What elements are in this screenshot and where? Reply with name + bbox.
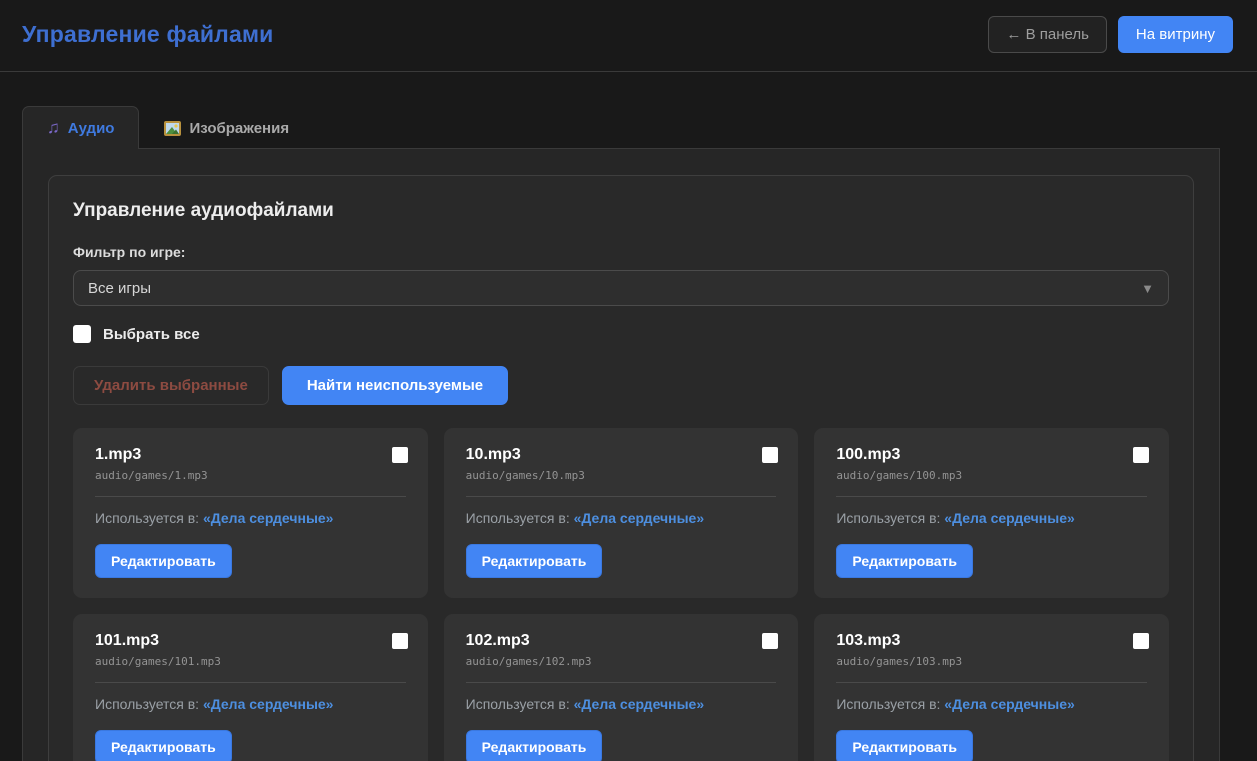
audio-cards-grid: 1.mp3 audio/games/1.mp3 Используется в: … — [73, 428, 1169, 761]
game-filter-selected-value: Все игры — [88, 280, 151, 297]
card-edit-button[interactable]: Редактировать — [836, 544, 973, 578]
audio-file-card: 101.mp3 audio/games/101.mp3 Используется… — [73, 614, 428, 761]
select-all-label[interactable]: Выбрать все — [103, 326, 200, 343]
tab-bar: ♫ Аудио Изображения — [22, 105, 1235, 148]
audio-file-card: 100.mp3 audio/games/100.mp3 Используется… — [814, 428, 1169, 598]
card-usage-game-link[interactable]: «Дела сердечные» — [574, 510, 705, 526]
card-file-path: audio/games/10.mp3 — [466, 469, 777, 482]
delete-selected-button[interactable]: Удалить выбранные — [73, 366, 269, 405]
bulk-actions-row: Удалить выбранные Найти неиспользуемые — [73, 366, 1169, 405]
card-usage-game-link[interactable]: «Дела сердечные» — [574, 696, 705, 712]
card-file-name: 102.mp3 — [466, 632, 777, 650]
card-file-name: 1.mp3 — [95, 446, 406, 464]
card-edit-button[interactable]: Редактировать — [836, 730, 973, 761]
card-usage-label: Используется в: — [466, 696, 570, 712]
card-file-name: 101.mp3 — [95, 632, 406, 650]
card-file-path: audio/games/101.mp3 — [95, 655, 406, 668]
card-checkbox[interactable] — [1133, 633, 1149, 649]
card-checkbox[interactable] — [392, 633, 408, 649]
card-divider — [95, 682, 406, 683]
card-file-path: audio/games/102.mp3 — [466, 655, 777, 668]
card-divider — [836, 496, 1147, 497]
find-unused-button[interactable]: Найти неиспользуемые — [282, 366, 508, 405]
chevron-down-icon: ▼ — [1141, 281, 1154, 296]
card-usage-game-link[interactable]: «Дела сердечные» — [203, 510, 334, 526]
card-edit-button[interactable]: Редактировать — [95, 730, 232, 761]
header-actions: ← В панель На витрину — [988, 16, 1233, 53]
audio-file-card: 10.mp3 audio/games/10.mp3 Используется в… — [444, 428, 799, 598]
card-usage: Используется в: «Дела сердечные» — [95, 510, 406, 526]
card-usage-label: Используется в: — [95, 510, 199, 526]
page-title: Управление файлами — [22, 21, 274, 48]
tab-images-label: Изображения — [189, 120, 289, 137]
card-edit-button[interactable]: Редактировать — [466, 544, 603, 578]
card-usage-label: Используется в: — [836, 696, 940, 712]
audio-file-card: 102.mp3 audio/games/102.mp3 Используется… — [444, 614, 799, 761]
audio-files-panel: Управление аудиофайлами Фильтр по игре: … — [48, 175, 1194, 761]
card-divider — [95, 496, 406, 497]
card-divider — [466, 682, 777, 683]
card-usage-game-link[interactable]: «Дела сердечные» — [944, 510, 1075, 526]
framed-picture-icon — [164, 121, 181, 136]
card-usage-label: Используется в: — [95, 696, 199, 712]
back-to-panel-button[interactable]: ← В панель — [988, 16, 1107, 53]
select-all-row: Выбрать все — [73, 325, 1169, 343]
card-usage: Используется в: «Дела сердечные» — [466, 696, 777, 712]
card-divider — [836, 682, 1147, 683]
card-file-name: 10.mp3 — [466, 446, 777, 464]
tab-content-audio: Управление аудиофайлами Фильтр по игре: … — [22, 148, 1220, 761]
card-file-path: audio/games/100.mp3 — [836, 469, 1147, 482]
audio-file-card: 1.mp3 audio/games/1.mp3 Используется в: … — [73, 428, 428, 598]
card-usage-game-link[interactable]: «Дела сердечные» — [203, 696, 334, 712]
card-file-name: 100.mp3 — [836, 446, 1147, 464]
page-header: Управление файлами ← В панель На витрину — [0, 0, 1257, 72]
to-storefront-button[interactable]: На витрину — [1118, 16, 1233, 53]
card-usage-label: Используется в: — [466, 510, 570, 526]
card-usage-label: Используется в: — [836, 510, 940, 526]
card-checkbox[interactable] — [392, 447, 408, 463]
tab-audio[interactable]: ♫ Аудио — [22, 106, 139, 149]
game-filter-select[interactable]: Все игры ▼ — [73, 270, 1169, 306]
card-edit-button[interactable]: Редактировать — [466, 730, 603, 761]
panel-title: Управление аудиофайлами — [73, 200, 1169, 222]
card-file-path: audio/games/1.mp3 — [95, 469, 406, 482]
card-checkbox[interactable] — [762, 633, 778, 649]
card-usage: Используется в: «Дела сердечные» — [466, 510, 777, 526]
select-all-checkbox[interactable] — [73, 325, 91, 343]
card-file-path: audio/games/103.mp3 — [836, 655, 1147, 668]
card-checkbox[interactable] — [1133, 447, 1149, 463]
card-usage-game-link[interactable]: «Дела сердечные» — [944, 696, 1075, 712]
game-filter-label: Фильтр по игре: — [73, 244, 1169, 260]
card-checkbox[interactable] — [762, 447, 778, 463]
card-edit-button[interactable]: Редактировать — [95, 544, 232, 578]
card-usage: Используется в: «Дела сердечные» — [95, 696, 406, 712]
audio-file-card: 103.mp3 audio/games/103.mp3 Используется… — [814, 614, 1169, 761]
tab-images[interactable]: Изображения — [139, 106, 314, 149]
card-divider — [466, 496, 777, 497]
tab-audio-label: Аудио — [68, 120, 115, 137]
card-usage: Используется в: «Дела сердечные» — [836, 696, 1147, 712]
card-file-name: 103.mp3 — [836, 632, 1147, 650]
card-usage: Используется в: «Дела сердечные» — [836, 510, 1147, 526]
music-note-icon: ♫ — [47, 118, 60, 138]
